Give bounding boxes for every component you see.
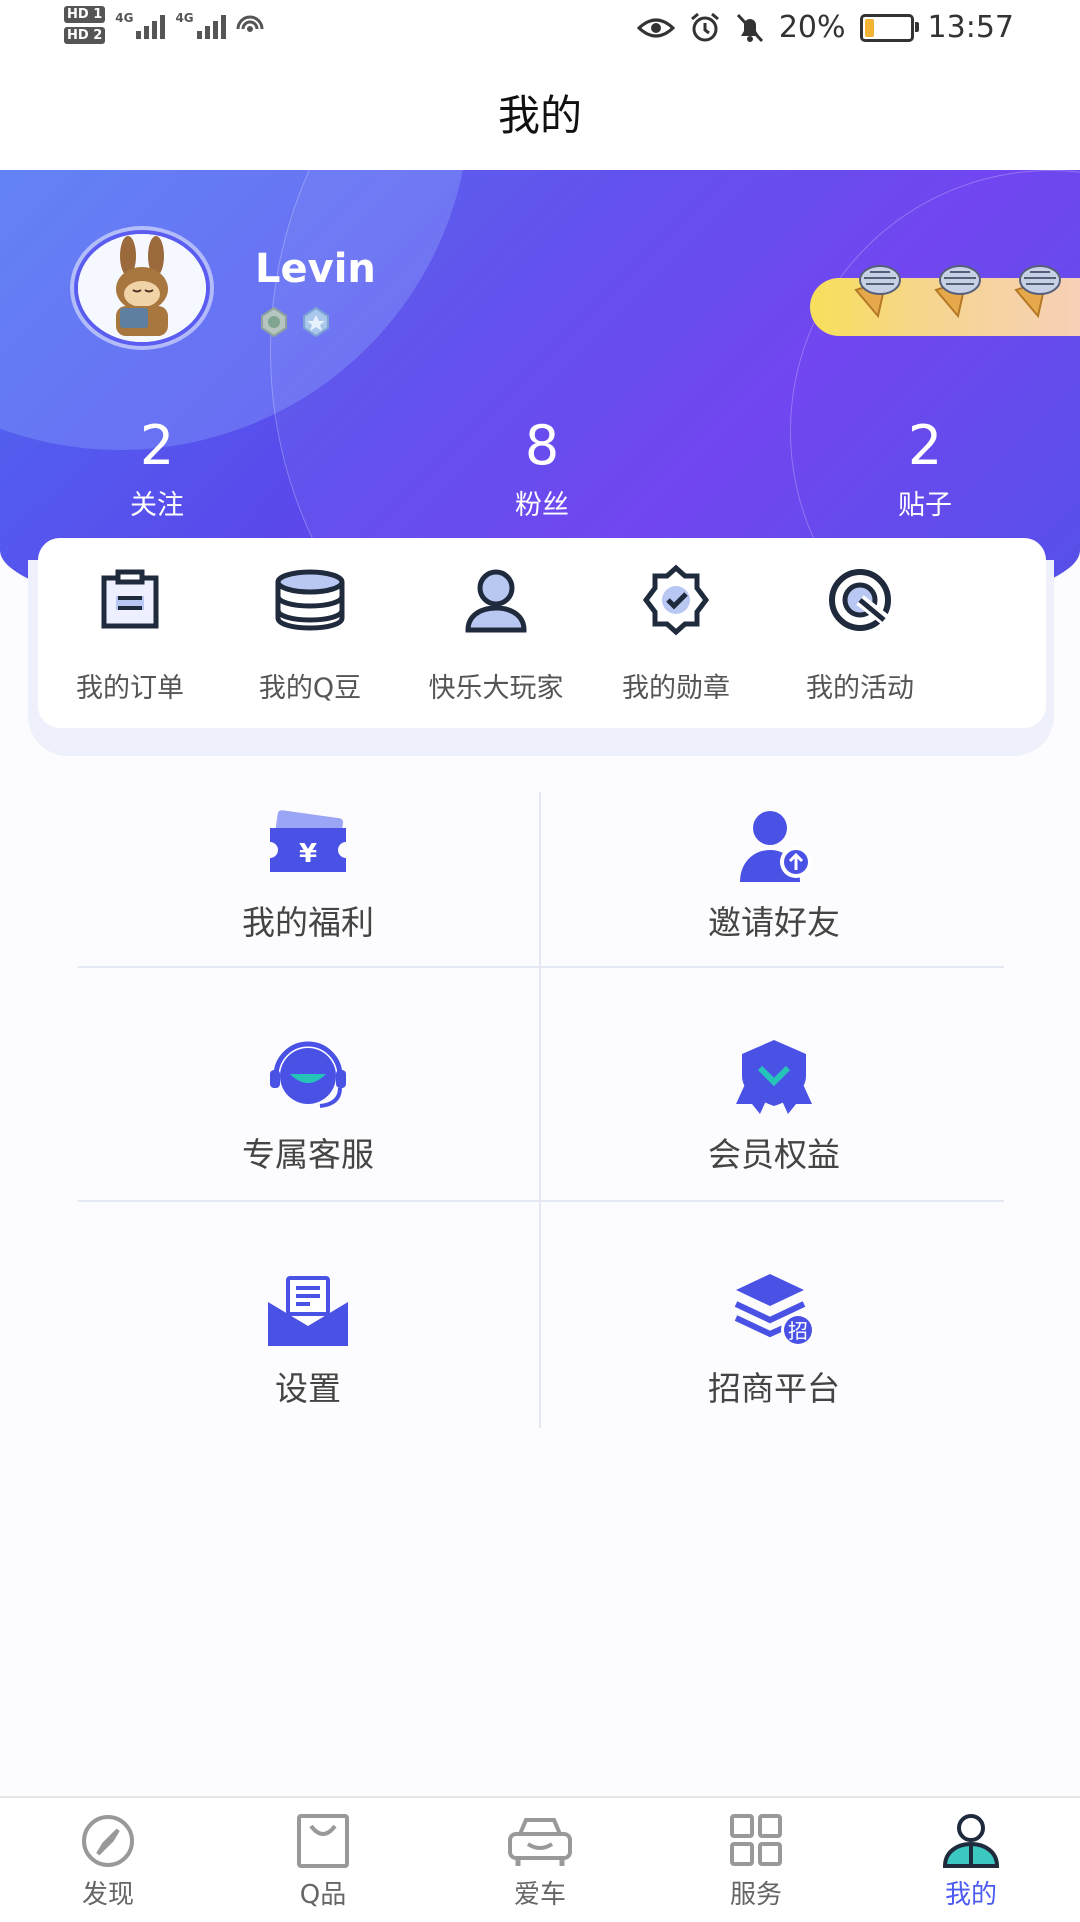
stat-label: 关注 xyxy=(130,490,184,521)
service-label: 会员权益 xyxy=(708,1135,840,1174)
welfare-ticket-icon: ¥ xyxy=(270,810,346,872)
avatar[interactable] xyxy=(74,230,210,346)
customer-service-icon xyxy=(270,1041,346,1108)
player-icon xyxy=(465,569,527,633)
eye-icon xyxy=(636,18,675,37)
service-member-rights[interactable]: 会员权益 xyxy=(544,1024,1004,1234)
sim1-label: HD 1 xyxy=(64,6,106,23)
user-badges[interactable] xyxy=(258,306,332,338)
username[interactable]: Levin xyxy=(255,246,376,292)
rabbit-avatar-icon xyxy=(78,234,206,342)
service-label: 设置 xyxy=(275,1369,341,1408)
tab-label: 发现 xyxy=(81,1880,134,1910)
service-settings[interactable]: 设置 xyxy=(78,1258,538,1468)
battery-percent: 20% xyxy=(778,10,846,45)
honor-icons[interactable] xyxy=(848,260,1064,318)
stat-value: 8 xyxy=(524,414,560,477)
service-label: 专属客服 xyxy=(242,1135,374,1174)
tab-mine[interactable]: 我的 xyxy=(896,1812,1046,1911)
quick-item-activities[interactable]: 我的活动 xyxy=(770,564,950,705)
stat-posts[interactable]: 2 贴子 xyxy=(835,415,1015,522)
service-label: 我的福利 xyxy=(242,903,374,942)
title-bar: 我的 xyxy=(0,62,1080,170)
stat-value: 2 xyxy=(907,414,943,477)
tab-label: 服务 xyxy=(729,1880,782,1910)
hotspot-icon xyxy=(236,15,264,32)
service-merchant-platform[interactable]: 招 招商平台 xyxy=(544,1258,1004,1468)
order-icon xyxy=(101,569,159,629)
bell-off-icon xyxy=(736,13,763,42)
merchant-badge-text: 招 xyxy=(788,1319,808,1343)
tab-label: 爱车 xyxy=(513,1880,566,1910)
quick-item-orders[interactable]: 我的订单 xyxy=(40,564,220,705)
sim2-label: HD 2 xyxy=(64,27,106,44)
service-invite[interactable]: 邀请好友 xyxy=(544,792,1004,1002)
grid-divider xyxy=(539,792,541,1428)
service-label: 邀请好友 xyxy=(708,903,840,942)
battery-icon xyxy=(859,13,919,42)
signal-strength-2-icon: 4G xyxy=(175,11,226,39)
tab-discover[interactable]: 发现 xyxy=(33,1812,183,1911)
service-welfare[interactable]: ¥ 我的福利 xyxy=(78,792,538,1002)
quick-item-coins[interactable]: 我的Q豆 xyxy=(220,564,400,705)
medal-icon xyxy=(642,564,710,636)
quick-item-label: 我的Q豆 xyxy=(258,673,362,704)
service-label: 招商平台 xyxy=(708,1369,840,1408)
quick-item-player[interactable]: 快乐大玩家 xyxy=(406,564,586,705)
status-bar: HD 1 HD 2 4G 4G 20% 13:57 xyxy=(0,0,1080,62)
quick-item-label: 我的活动 xyxy=(806,673,914,704)
tab-label: 我的 xyxy=(944,1880,997,1910)
signal-strength-icon: 4G xyxy=(115,11,166,39)
service-customer-service[interactable]: 专属客服 xyxy=(78,1024,538,1234)
merchant-platform-icon: 招 xyxy=(734,1274,815,1347)
stat-value: 2 xyxy=(139,414,175,477)
quick-item-label: 我的订单 xyxy=(76,673,184,704)
quick-item-label: 我的勋章 xyxy=(622,673,730,704)
ice-cream-icon xyxy=(854,265,901,318)
ice-cream-icon xyxy=(1014,265,1061,318)
network-type-1: 4G xyxy=(115,11,134,25)
activity-icon xyxy=(829,569,892,631)
car-icon xyxy=(508,1818,572,1866)
coins-icon xyxy=(275,569,345,631)
signal-group: HD 1 HD 2 4G 4G xyxy=(64,6,268,44)
invite-friend-icon xyxy=(740,811,812,882)
ice-cream-icon xyxy=(934,265,981,318)
grid-icon xyxy=(730,1814,782,1866)
stat-following[interactable]: 2 关注 xyxy=(67,415,247,522)
tab-label: Q品 xyxy=(299,1880,347,1910)
page-title: 我的 xyxy=(497,91,582,140)
member-rights-icon xyxy=(736,1040,812,1114)
vip-badge-icon xyxy=(303,306,329,338)
shopping-bag-icon xyxy=(297,1814,349,1868)
quick-menu-card: 我的订单 我的Q豆 快乐大玩家 我的勋章 我的活动 xyxy=(38,538,1046,728)
svg-text:¥: ¥ xyxy=(299,839,317,869)
services-grid: ¥ 我的福利 邀请好友 专属客服 会员权益 设置 招 招商平台 xyxy=(78,792,1004,1428)
stat-label: 贴子 xyxy=(898,490,952,521)
clock: 13:57 xyxy=(927,10,1014,45)
quick-item-label: 快乐大玩家 xyxy=(428,673,564,704)
quick-item-medals[interactable]: 我的勋章 xyxy=(586,564,766,705)
settings-icon xyxy=(268,1276,348,1346)
network-type-2: 4G xyxy=(175,11,194,25)
alarm-icon xyxy=(690,12,719,41)
tab-my-car[interactable]: 爱车 xyxy=(465,1812,615,1911)
compass-icon xyxy=(82,1815,134,1867)
user-icon xyxy=(942,1814,1000,1868)
level-badge-icon xyxy=(261,306,287,338)
tab-q-products[interactable]: Q品 xyxy=(248,1812,398,1911)
tab-services[interactable]: 服务 xyxy=(681,1812,831,1911)
stat-fans[interactable]: 8 粉丝 xyxy=(452,415,632,522)
stat-label: 粉丝 xyxy=(515,490,569,521)
bottom-tab-bar: 发现 Q品 爱车 服务 我的 xyxy=(0,1796,1080,1922)
